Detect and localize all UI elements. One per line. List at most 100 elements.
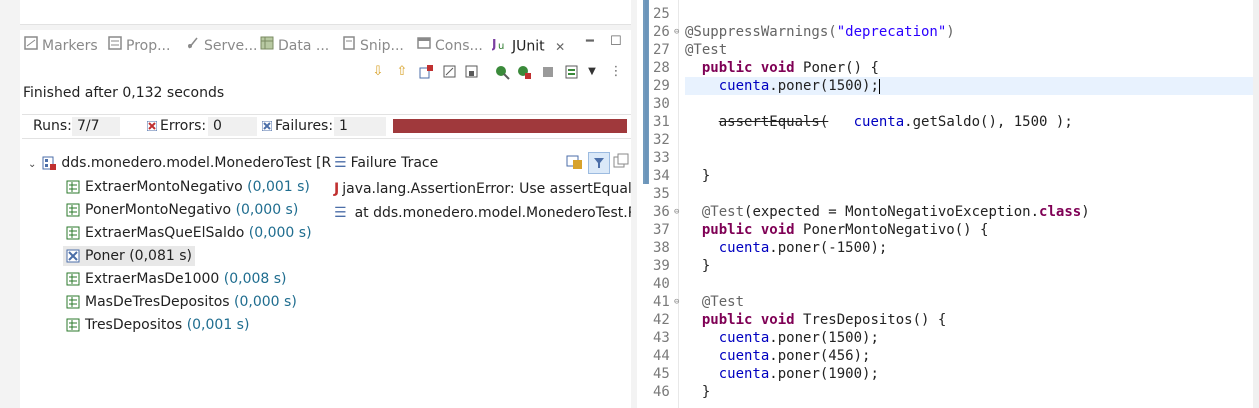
java-editor[interactable]: 25 26 27 28 29 30 31 32 33 34 35 36 37 3… bbox=[637, 0, 1259, 408]
svg-text:J: J bbox=[492, 37, 496, 51]
line-number: 40 bbox=[653, 276, 670, 292]
line-number: 33 bbox=[653, 150, 670, 166]
line-number: 38 bbox=[653, 240, 670, 256]
code-line[interactable]: cuenta.poner(1500); bbox=[685, 329, 879, 347]
code-line[interactable]: @Test bbox=[685, 41, 727, 59]
test-case-node[interactable]: MasDeTresDepositos (0,000 s) bbox=[66, 292, 297, 312]
close-tab-icon[interactable]: ✕ bbox=[555, 40, 565, 54]
errors-icon bbox=[146, 119, 158, 135]
code-line[interactable]: cuenta.poner(1500); bbox=[685, 77, 880, 95]
properties-icon bbox=[108, 35, 122, 57]
tab-console[interactable]: Cons... bbox=[417, 35, 483, 57]
exception-icon: J bbox=[334, 181, 340, 197]
test-run-history-icon[interactable] bbox=[564, 64, 580, 80]
code-line[interactable]: assertEquals( cuenta.getSaldo(), 1500 ); bbox=[685, 113, 1073, 131]
failure-trace-header: ☰ Failure Trace bbox=[334, 155, 439, 171]
line-number: 46 bbox=[653, 384, 670, 400]
line-number: 29 bbox=[653, 78, 670, 94]
failure-trace-pane: ☰ Failure Trace Jjava.lang.AssertionError… bbox=[330, 152, 631, 242]
failures-icon bbox=[261, 119, 273, 135]
minimize-view-icon[interactable]: ━ bbox=[586, 34, 594, 49]
rerun-test-icon[interactable] bbox=[494, 64, 510, 80]
junit-view-panel: Markers Prop... Serve... Data ... Snip..… bbox=[0, 0, 637, 408]
code-line[interactable]: @Test(expected = MontoNegativoException.… bbox=[685, 203, 1090, 221]
code-line[interactable]: public void TresDepositos() { bbox=[685, 311, 946, 329]
test-passed-icon bbox=[66, 203, 80, 217]
code-line[interactable]: @Test bbox=[685, 293, 744, 311]
trace-line[interactable]: Jjava.lang.AssertionError: Use assertEqu… bbox=[334, 179, 631, 199]
editor-vertical-scrollbar[interactable] bbox=[1253, 0, 1259, 408]
test-case-node[interactable]: ExtraerMontoNegativo (0,001 s) bbox=[66, 177, 310, 197]
tab-properties[interactable]: Prop... bbox=[108, 35, 170, 57]
line-number: 43 bbox=[653, 330, 670, 346]
code-line[interactable]: cuenta.poner(-1500); bbox=[685, 239, 888, 257]
quick-diff-ruler bbox=[643, 0, 649, 184]
line-number: 45 bbox=[653, 366, 670, 382]
code-line[interactable]: } bbox=[685, 167, 710, 185]
tab-data-source[interactable]: Data ... bbox=[260, 35, 329, 57]
test-case-node-selected[interactable]: Poner (0,081 s) bbox=[63, 246, 195, 266]
runs-label: Runs: bbox=[33, 118, 72, 134]
history-dropdown-icon[interactable]: ▼ bbox=[584, 64, 600, 80]
test-case-node[interactable]: ExtraerMasDe1000 (0,008 s) bbox=[66, 269, 287, 289]
line-number: 26 bbox=[653, 24, 670, 40]
code-line[interactable]: cuenta.poner(456); bbox=[685, 347, 871, 365]
test-progress-bar bbox=[393, 119, 627, 133]
test-suite-failed-icon bbox=[42, 156, 57, 170]
test-tree: ⌄ dds.monedero.model.MonederoTest [R Extr… bbox=[22, 152, 331, 352]
tab-servers[interactable]: Serve... bbox=[186, 35, 258, 57]
fold-collapse-icon[interactable]: ⊖ bbox=[674, 27, 679, 37]
code-line[interactable]: } bbox=[685, 257, 710, 275]
view-menu-icon[interactable]: ⋮ bbox=[608, 64, 624, 80]
code-line[interactable]: cuenta.poner(1900); bbox=[685, 365, 879, 383]
line-number: 34 bbox=[653, 168, 670, 184]
panel-left-border bbox=[0, 30, 20, 408]
test-counters-bar: Runs: 7/7 Errors: 0 Failures: 1 bbox=[22, 114, 631, 139]
tab-junit[interactable]: Ju JUnit ✕ bbox=[491, 35, 566, 59]
maximize-view-icon[interactable]: ☐ bbox=[610, 34, 622, 49]
failures-label: Failures: bbox=[275, 118, 334, 134]
filter-stack-trace-icon[interactable] bbox=[588, 152, 610, 174]
code-line[interactable]: public void Poner() { bbox=[685, 59, 879, 77]
gutter-separator bbox=[678, 0, 679, 408]
fold-collapse-icon[interactable]: ⊖ bbox=[674, 297, 679, 307]
code-line[interactable]: public void PonerMontoNegativo() { bbox=[685, 221, 989, 239]
code-line[interactable]: } bbox=[685, 383, 710, 401]
test-passed-icon bbox=[66, 272, 80, 286]
line-number: 27 bbox=[653, 42, 670, 58]
fold-collapse-icon[interactable]: ⊖ bbox=[674, 207, 679, 217]
test-case-node[interactable]: PonerMontoNegativo (0,000 s) bbox=[66, 200, 298, 220]
expand-chevron-icon[interactable]: ⌄ bbox=[28, 159, 36, 170]
trace-line[interactable]: ☰ at dds.monedero.model.MonederoTest.Por bbox=[334, 203, 631, 223]
scroll-lock-icon[interactable] bbox=[464, 64, 480, 80]
code-line[interactable]: @SuppressWarnings("deprecation") bbox=[685, 23, 955, 41]
compare-result-icon[interactable] bbox=[566, 153, 584, 171]
test-failed-icon bbox=[66, 249, 80, 263]
copy-trace-icon[interactable] bbox=[613, 153, 631, 171]
junit-icon: Ju bbox=[491, 35, 508, 58]
next-failure-icon[interactable]: ⇩ bbox=[370, 64, 386, 80]
view-tab-bar: Markers Prop... Serve... Data ... Snip..… bbox=[20, 32, 631, 59]
stop-test-run-icon[interactable] bbox=[540, 64, 556, 80]
stack-frame-icon: ☰ bbox=[334, 205, 347, 221]
line-number: 31 bbox=[653, 114, 670, 130]
tab-markers[interactable]: Markers bbox=[24, 35, 98, 57]
tree-root-node[interactable]: ⌄ dds.monedero.model.MonederoTest [R bbox=[28, 153, 331, 173]
line-number: 44 bbox=[653, 348, 670, 364]
upper-empty-area bbox=[20, 0, 631, 25]
line-number: 35 bbox=[653, 186, 670, 202]
show-failures-only-icon[interactable] bbox=[418, 64, 434, 80]
line-number: 30 bbox=[653, 96, 670, 112]
text-caret bbox=[878, 78, 880, 94]
markers-icon bbox=[24, 35, 38, 57]
line-number: 39 bbox=[653, 258, 670, 274]
previous-failure-icon[interactable]: ⇧ bbox=[394, 64, 410, 80]
tab-snippets[interactable]: Snip... bbox=[342, 35, 404, 57]
test-case-node[interactable]: ExtraerMasQueElSaldo (0,000 s) bbox=[66, 223, 312, 243]
rerun-failures-first-icon[interactable] bbox=[516, 64, 532, 80]
line-number: 37 bbox=[653, 222, 670, 238]
test-case-node[interactable]: TresDepositos (0,001 s) bbox=[66, 315, 249, 335]
errors-label: Errors: bbox=[160, 118, 207, 134]
junit-toolbar: ⇩ ⇧ ▼ ⋮ bbox=[360, 62, 631, 84]
show-skipped-icon[interactable] bbox=[442, 64, 458, 80]
